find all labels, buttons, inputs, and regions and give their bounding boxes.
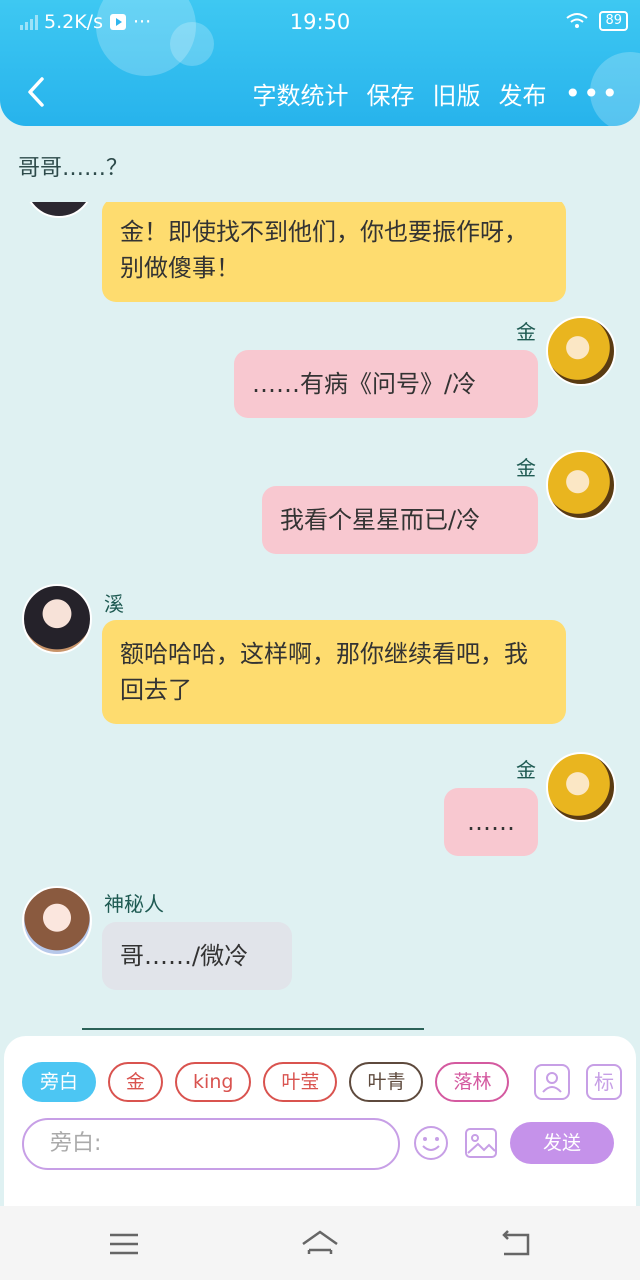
compose-panel: 旁白 金 king 叶莹 叶青 落林 标 旁白: 发送 <box>4 1036 636 1206</box>
mark-icon[interactable]: 标 <box>586 1064 622 1100</box>
chat-bubble[interactable]: 哥……/微冷 <box>102 922 292 990</box>
character-chip[interactable]: 叶莹 <box>263 1062 338 1102</box>
avatar[interactable] <box>22 886 92 956</box>
character-chip-narrator[interactable]: 旁白 <box>22 1062 97 1102</box>
avatar[interactable] <box>22 584 92 654</box>
back-icon[interactable] <box>498 1226 534 1262</box>
message-input[interactable]: 旁白: <box>22 1118 400 1170</box>
chat-bubble[interactable]: 额哈哈哈，这样啊，那你继续看吧，我回去了 <box>102 620 566 724</box>
chapter-title: 哥哥……？ <box>18 156 129 181</box>
chat-bubble[interactable]: 我看个星星而已/冷 <box>262 486 538 554</box>
menu-icon[interactable] <box>106 1226 142 1262</box>
chat-bubble[interactable]: …… <box>444 788 538 856</box>
avatar[interactable] <box>546 450 616 520</box>
status-bar: 5.2K/s ··· 19:50 89 <box>0 0 640 46</box>
avatar[interactable] <box>546 316 616 386</box>
image-icon[interactable] <box>464 1126 498 1160</box>
chat-area: 金！即使找不到他们，你也要振作呀，别做傻事！ 金 ……有病《问号》/冷 金 我看… <box>0 202 640 1032</box>
clock: 19:50 <box>289 10 351 34</box>
emoji-icon[interactable] <box>412 1124 450 1162</box>
character-chip[interactable]: 金 <box>108 1062 164 1102</box>
character-chip[interactable]: 落林 <box>435 1062 510 1102</box>
more-menu-button[interactable]: ••• <box>564 77 620 110</box>
speaker-name: 金 <box>516 456 536 480</box>
save-button[interactable]: 保存 <box>366 76 414 111</box>
speaker-name: 金 <box>516 320 536 344</box>
send-button[interactable]: 发送 <box>510 1122 614 1164</box>
publish-button[interactable]: 发布 <box>498 76 546 111</box>
avatar[interactable] <box>24 202 94 218</box>
chat-bubble[interactable]: 金！即使找不到他们，你也要振作呀，别做傻事！ <box>102 202 566 302</box>
word-count-button[interactable]: 字数统计 <box>252 76 348 111</box>
back-arrow-icon[interactable] <box>20 74 56 110</box>
character-selector: 旁白 金 king 叶莹 叶青 落林 <box>22 1062 518 1104</box>
editor-toolbar: 字数统计 保存 旧版 发布 ••• <box>0 70 640 116</box>
battery-indicator: 89 <box>599 11 628 31</box>
character-manage-icon[interactable] <box>534 1064 570 1100</box>
app-header: 5.2K/s ··· 19:50 89 字数统计 保存 旧版 发布 ••• <box>0 0 640 126</box>
home-icon[interactable] <box>300 1226 340 1262</box>
character-chip[interactable]: 叶青 <box>349 1062 424 1102</box>
speaker-name: 神秘人 <box>104 892 164 916</box>
character-chip[interactable]: king <box>175 1062 252 1102</box>
divider <box>82 1028 424 1030</box>
system-nav-bar <box>0 1206 640 1280</box>
wifi-icon <box>566 13 589 28</box>
speaker-name: 金 <box>516 758 536 782</box>
old-version-button[interactable]: 旧版 <box>432 76 480 111</box>
chat-bubble[interactable]: ……有病《问号》/冷 <box>234 350 538 418</box>
speaker-name: 溪 <box>104 592 124 616</box>
avatar[interactable] <box>546 752 616 822</box>
